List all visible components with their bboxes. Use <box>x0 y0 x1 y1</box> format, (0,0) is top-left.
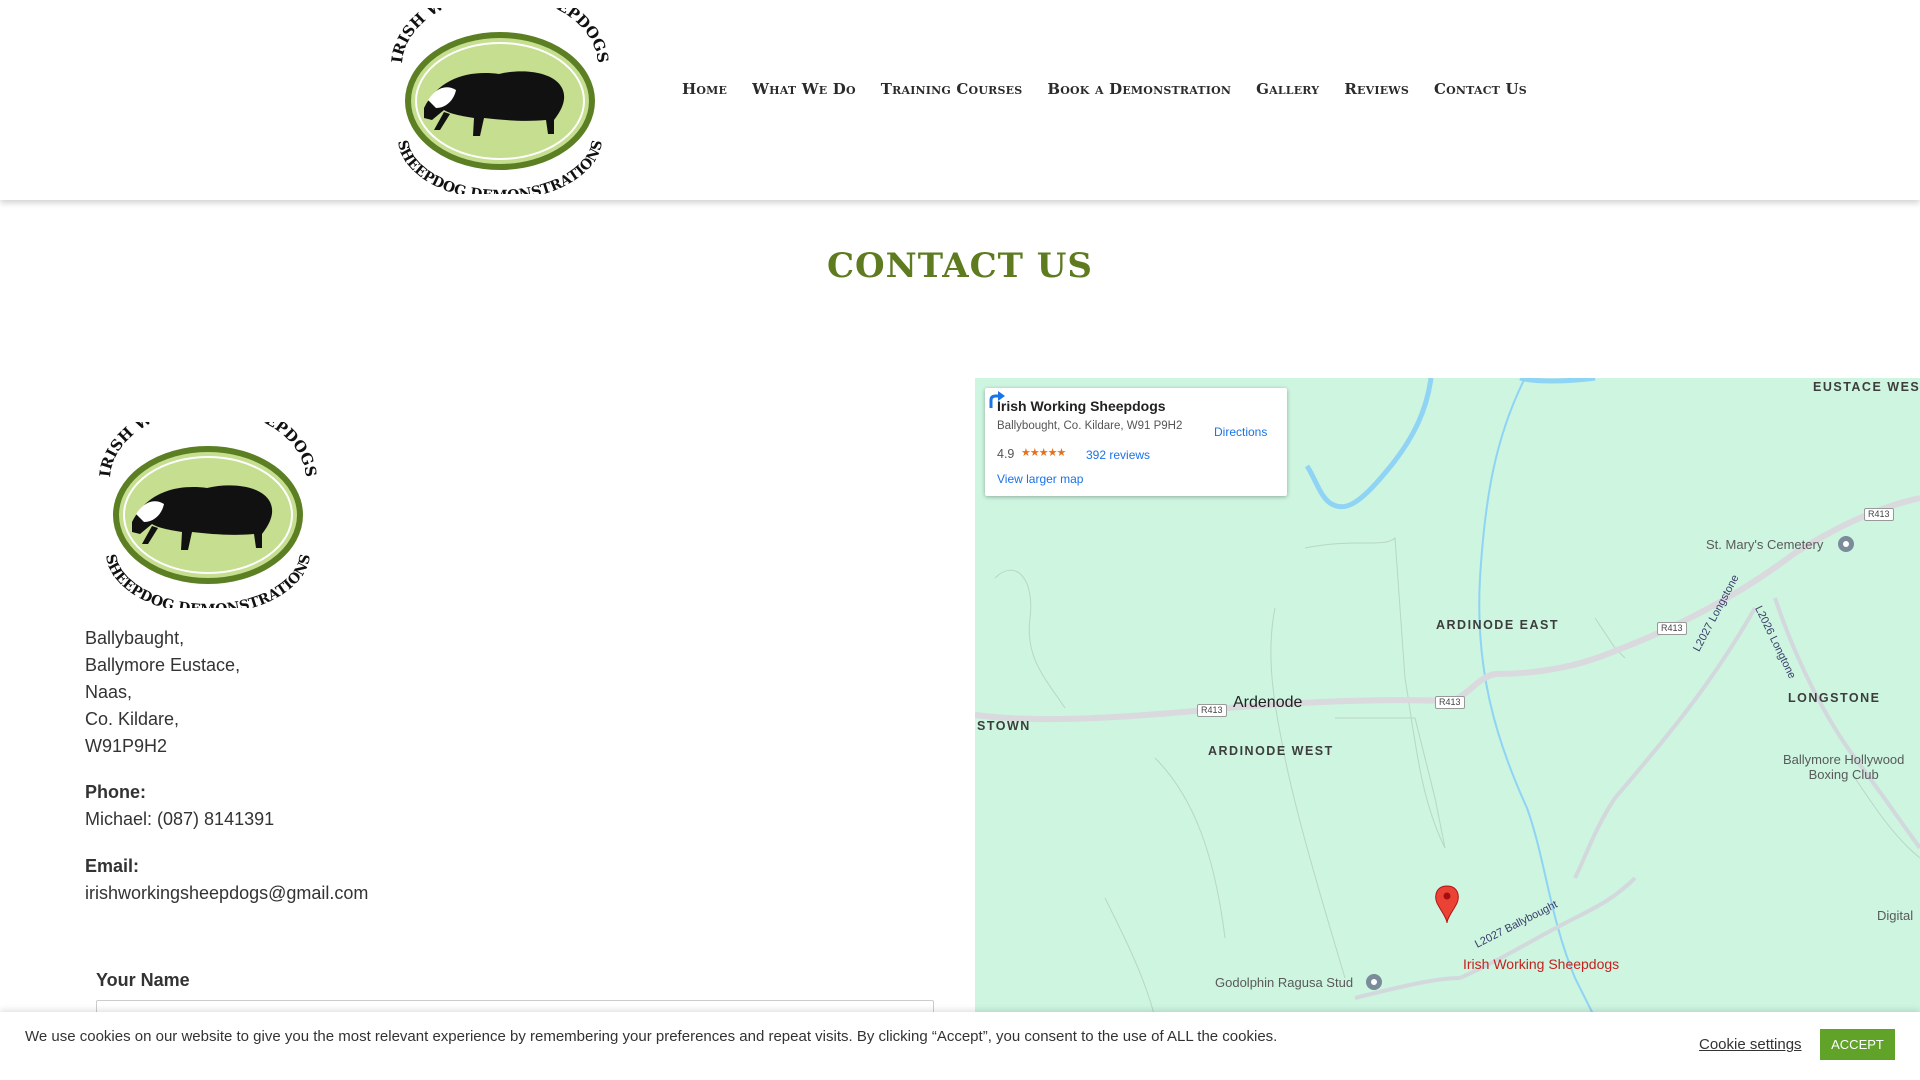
accept-button[interactable]: ACCEPT <box>1820 1029 1895 1060</box>
address-line: Co. Kildare, <box>85 709 180 729</box>
map-label-stown: STOWN <box>977 719 1031 733</box>
address-line: Ballybaught, <box>85 628 185 648</box>
map-label-ardenode: Ardenode <box>1233 694 1303 711</box>
email-value[interactable]: irishworkingsheepdogs@gmail.com <box>85 883 368 904</box>
directions-link[interactable]: Directions <box>1214 425 1267 439</box>
nav-home[interactable]: Home <box>682 80 727 98</box>
address-block: Ballybaught, Ballymore Eustace, Naas, Co… <box>85 625 240 760</box>
email-label: Email: <box>85 856 140 876</box>
contact-logo: IRISH WORKING SHEEPDOGS SHEEPDOG DEMONST… <box>96 422 320 608</box>
site-header: IRISH WORKING SHEEPDOGS SHEEPDOG DEMONST… <box>0 0 1920 200</box>
road-shield: R413 <box>1657 622 1687 635</box>
map-label-boxing-club: Ballymore Hollywood Boxing Club <box>1783 752 1905 782</box>
place-rating: 4.9 <box>997 447 1015 461</box>
map-label-godolphin[interactable]: Godolphin Ragusa Stud <box>1215 975 1353 990</box>
reviews-link[interactable]: 392 reviews <box>1086 448 1150 462</box>
map-info-card: Irish Working Sheepdogs Ballybought, Co.… <box>985 388 1287 496</box>
map-label-eustace-west: EUSTACE WEST <box>1813 380 1920 394</box>
road-shield: R413 <box>1435 696 1465 709</box>
cookie-text: We use cookies on our website to give yo… <box>25 1028 1278 1045</box>
directions-icon[interactable] <box>985 388 1007 410</box>
road-shield: R413 <box>1197 704 1227 717</box>
place-address: Ballybought, Co. Kildare, W91 P9H2 <box>997 420 1183 432</box>
nav-training-courses[interactable]: Training Courses <box>881 80 1023 98</box>
rating-stars-icon: ★★★★★ <box>1021 447 1066 459</box>
map-label-ardinode-west: ARDINODE WEST <box>1208 744 1334 758</box>
main-nav: Home What We Do Training Courses Book a … <box>682 80 1527 98</box>
page-title: CONTACT US <box>827 246 1093 286</box>
map-label-digital: Digital <box>1877 908 1914 923</box>
map-label-longstone: LONGSTONE <box>1788 691 1881 705</box>
map-label-pin[interactable]: Irish Working Sheepdogs <box>1463 956 1619 972</box>
your-name-label: Your Name <box>96 970 190 990</box>
place-name: Irish Working Sheepdogs <box>997 398 1166 414</box>
road-shield: R413 <box>1864 508 1894 521</box>
address-line: Naas, <box>85 682 133 702</box>
address-line: W91P9H2 <box>85 736 168 756</box>
nav-book-demonstration[interactable]: Book a Demonstration <box>1047 80 1231 98</box>
embedded-map[interactable]: R413 R413 R413 R413 EUSTACE WEST St. Mar… <box>975 378 1920 1018</box>
nav-what-we-do[interactable]: What We Do <box>752 80 856 98</box>
address-line: Ballymore Eustace, <box>85 655 241 675</box>
cookie-settings-link[interactable]: Cookie settings <box>1699 1036 1802 1053</box>
nav-reviews[interactable]: Reviews <box>1344 80 1409 98</box>
view-larger-map-link[interactable]: View larger map <box>997 472 1083 486</box>
site-logo[interactable]: IRISH WORKING SHEEPDOGS SHEEPDOG DEMONST… <box>384 8 616 194</box>
cookie-banner: We use cookies on our website to give yo… <box>0 1012 1920 1080</box>
map-label-ardinode-east: ARDINODE EAST <box>1436 618 1559 632</box>
nav-gallery[interactable]: Gallery <box>1256 80 1319 98</box>
phone-value: Michael: (087) 8141391 <box>85 809 275 829</box>
phone-label: Phone: <box>85 782 146 802</box>
map-label-st-marys: St. Mary's Cemetery <box>1706 537 1824 552</box>
nav-contact-us[interactable]: Contact Us <box>1434 80 1527 98</box>
